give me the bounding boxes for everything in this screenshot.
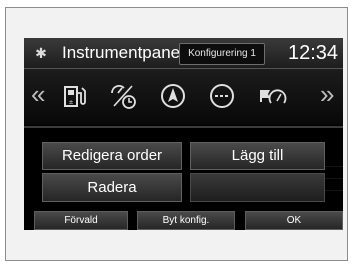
- default-button[interactable]: Förvald: [34, 211, 128, 230]
- reorder-button[interactable]: Redigera order: [42, 142, 182, 170]
- ok-button[interactable]: OK: [245, 211, 343, 230]
- gear-icon[interactable]: ✱: [34, 46, 48, 60]
- fuel-pump-info-icon[interactable]: ±: [60, 81, 90, 111]
- divider: [24, 126, 343, 128]
- navigation-compass-icon[interactable]: [158, 81, 188, 111]
- add-button[interactable]: Lägg till: [190, 142, 325, 170]
- display-screen: ✱ Instrumentpanel Konfigurering 1 12:34 …: [24, 38, 343, 230]
- delete-button[interactable]: Radera: [42, 173, 182, 202]
- blank-display-icon[interactable]: [207, 81, 237, 111]
- switch-config-button[interactable]: Byt konfig.: [137, 211, 235, 230]
- config-selector[interactable]: Konfigurering 1: [179, 43, 265, 65]
- empty-slot: [190, 173, 325, 202]
- page-title: Instrumentpanel: [62, 43, 184, 62]
- fuel-economy-timer-icon[interactable]: [108, 81, 138, 111]
- icon-carousel: « ± »: [24, 69, 343, 125]
- scroll-right-arrow[interactable]: »: [320, 79, 334, 109]
- svg-text:±: ±: [68, 99, 73, 106]
- scroll-left-arrow[interactable]: «: [31, 79, 45, 109]
- header-bar: ✱ Instrumentpanel Konfigurering 1 12:34: [24, 38, 343, 69]
- speed-warning-icon[interactable]: [257, 81, 287, 111]
- clock-display: 12:34: [288, 42, 339, 64]
